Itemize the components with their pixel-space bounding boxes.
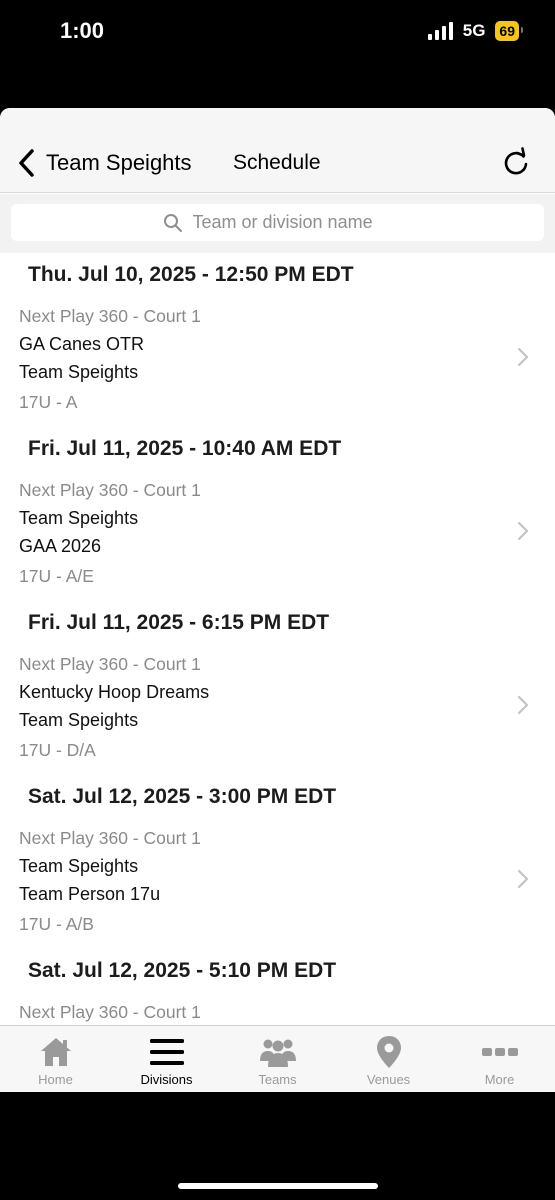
location-pin-icon: [376, 1036, 401, 1068]
game-section: Sat. Jul 12, 2025 - 3:00 PM EDT Next Pla…: [0, 775, 555, 949]
home-icon: [40, 1038, 71, 1066]
game-team-away: Team Speights: [19, 710, 139, 730]
back-button-label: Team Speights: [46, 150, 192, 175]
game-team-away: Team Person 17u: [19, 884, 161, 904]
people-icon: [259, 1039, 296, 1067]
game-division: 17U - A/B: [19, 914, 94, 934]
tab-more[interactable]: More: [444, 1026, 555, 1092]
search-bar: [0, 194, 555, 253]
game-division: 17U - A/E: [19, 566, 94, 586]
game-team-home: GA Canes OTR: [19, 334, 145, 354]
game-section: Fri. Jul 11, 2025 - 6:15 PM EDT Next Pla…: [0, 601, 555, 775]
game-venue: Next Play 360 - Court 1: [19, 306, 201, 326]
game-date-header: Sat. Jul 12, 2025 - 5:10 PM EDT: [28, 959, 337, 982]
game-date-header: Fri. Jul 11, 2025 - 10:40 AM EDT: [28, 437, 342, 460]
game-venue: Next Play 360 - Court 1: [19, 480, 201, 500]
game-section: Sat. Jul 12, 2025 - 5:10 PM EDT Next Pla…: [0, 949, 555, 1025]
status-bar: 1:00 5G 69: [0, 0, 555, 64]
game-section: Thu. Jul 10, 2025 - 12:50 PM EDT Next Pl…: [0, 253, 555, 427]
game-date-header: Fri. Jul 11, 2025 - 6:15 PM EDT: [28, 611, 330, 634]
chevron-left-icon: [19, 149, 34, 177]
chevron-right-icon: [517, 347, 529, 367]
tab-home[interactable]: Home: [0, 1026, 111, 1092]
chevron-right-icon: [517, 521, 529, 541]
tab-bar: Home Divisions Teams Venues More: [0, 1025, 555, 1092]
search-input[interactable]: [192, 212, 393, 233]
battery-icon: 69: [495, 21, 523, 41]
game-team-home: Team Speights: [19, 856, 139, 876]
tab-label: More: [484, 1072, 515, 1087]
tab-label: Venues: [366, 1072, 411, 1087]
game-section: Fri. Jul 11, 2025 - 10:40 AM EDT Next Pl…: [0, 427, 555, 601]
game-team-home: Kentucky Hoop Dreams: [19, 682, 210, 702]
search-icon: [163, 213, 182, 232]
game-date-header: Sat. Jul 12, 2025 - 3:00 PM EDT: [28, 785, 337, 808]
game-date-header: Thu. Jul 10, 2025 - 12:50 PM EDT: [28, 263, 354, 286]
back-button[interactable]: Team Speights: [14, 146, 192, 180]
tab-venues[interactable]: Venues: [333, 1026, 444, 1092]
tab-label: Divisions: [140, 1072, 193, 1087]
network-type: 5G: [462, 21, 486, 40]
cellular-signal-icon: [427, 22, 453, 40]
search-box[interactable]: [11, 204, 544, 241]
game-team-away: Team Speights: [19, 362, 139, 382]
tab-label: Home: [38, 1072, 73, 1087]
more-dots-icon: [481, 1048, 518, 1056]
chevron-right-icon: [517, 695, 529, 715]
schedule-list[interactable]: Thu. Jul 10, 2025 - 12:50 PM EDT Next Pl…: [0, 253, 555, 1025]
status-time: 1:00: [60, 18, 105, 43]
tab-divisions[interactable]: Divisions: [111, 1026, 222, 1092]
tab-label: Teams: [258, 1072, 297, 1087]
game-venue: Next Play 360 - Court 1: [19, 1002, 201, 1022]
tab-teams[interactable]: Teams: [222, 1026, 333, 1092]
page-title: Schedule: [233, 151, 321, 174]
game-venue: Next Play 360 - Court 1: [19, 828, 201, 848]
navigation-bar: Team Speights Schedule: [0, 108, 555, 193]
game-division: 17U - D/A: [19, 740, 96, 760]
game-team-home: Team Speights: [19, 508, 139, 528]
game-venue: Next Play 360 - Court 1: [19, 654, 201, 674]
home-indicator[interactable]: [178, 1183, 378, 1189]
menu-icon: [149, 1039, 184, 1065]
app-screen: Team Speights Schedule Thu. Jul 10, 2025…: [0, 108, 555, 1092]
game-division: 17U - A: [19, 392, 78, 412]
chevron-right-icon: [517, 869, 529, 889]
refresh-icon[interactable]: [501, 146, 531, 178]
game-team-away: GAA 2026: [19, 536, 102, 556]
status-indicators: 5G 69: [427, 21, 523, 41]
